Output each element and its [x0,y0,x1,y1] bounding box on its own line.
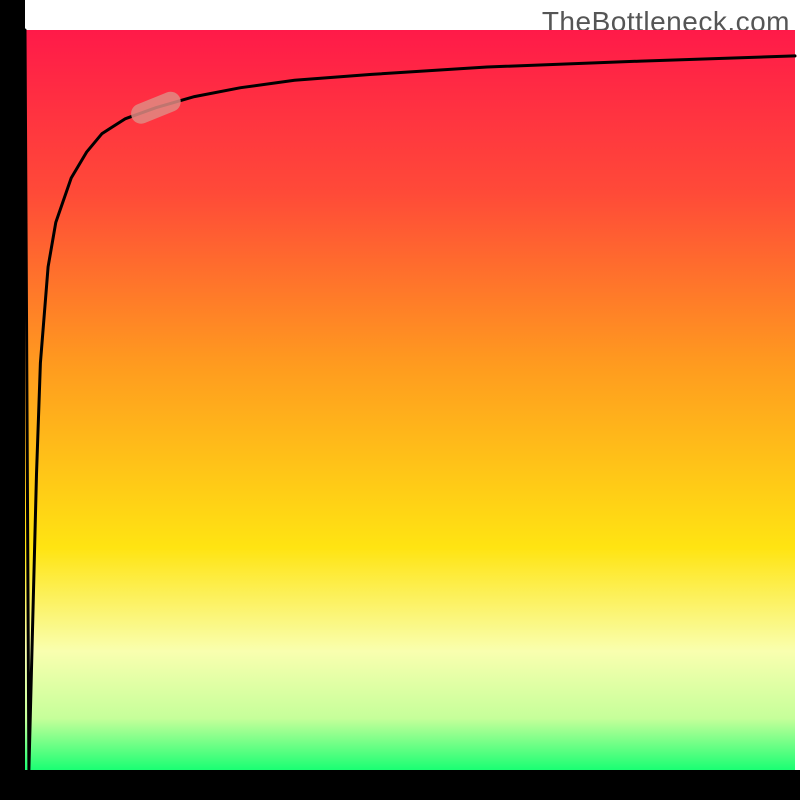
chart-container: TheBottleneck.com [0,0,800,800]
plot-background [25,30,795,770]
frame-bottom [0,770,800,800]
bottleneck-chart [0,0,800,800]
frame-left [0,0,25,800]
